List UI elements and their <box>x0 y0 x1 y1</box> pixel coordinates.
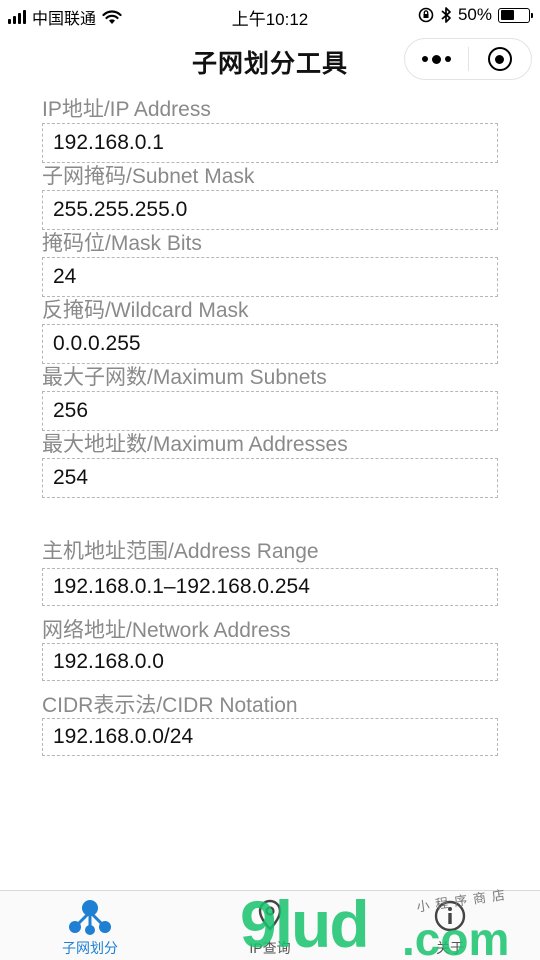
ip-address-input[interactable]: 192.168.0.1 <box>42 123 498 163</box>
tab-about-label: 关于 <box>436 940 464 956</box>
more-dots-icon <box>421 54 451 64</box>
status-bar: 中国联通 上午10:12 50% <box>0 0 540 32</box>
orientation-lock-icon <box>418 7 434 23</box>
nav-bar: 子网划分工具 <box>0 32 540 88</box>
subnet-form: IP地址/IP Address 192.168.0.1 子网掩码/Subnet … <box>42 96 498 756</box>
battery-percent: 50% <box>457 5 492 24</box>
mask-bits-input[interactable]: 24 <box>42 257 498 297</box>
tab-ip-query-label: IP查询 <box>249 940 291 956</box>
battery-icon <box>498 7 533 23</box>
subnet-mask-input[interactable]: 255.255.255.0 <box>42 190 498 230</box>
wildcard-mask-input[interactable]: 0.0.0.255 <box>42 324 498 364</box>
tab-subnet[interactable]: 子网划分 <box>0 891 180 960</box>
max-subnets-label: 最大子网数/Maximum Subnets <box>42 366 327 389</box>
max-addresses-label: 最大地址数/Maximum Addresses <box>42 433 348 456</box>
address-range-label: 主机地址范围/Address Range <box>42 540 319 563</box>
max-addresses-input[interactable]: 254 <box>42 458 498 498</box>
network-address-label: 网络地址/Network Address <box>42 619 291 642</box>
status-right: 50% <box>418 5 533 25</box>
tab-ip-query[interactable]: IP查询 <box>180 891 360 960</box>
result-group: 主机地址范围/Address Range 192.168.0.1–192.168… <box>42 535 498 756</box>
bluetooth-icon <box>441 7 451 23</box>
wildcard-mask-label: 反掩码/Wildcard Mask <box>42 299 249 322</box>
tab-bar: 子网划分 IP查询 关于 <box>0 890 540 960</box>
mask-bits-label: 掩码位/Mask Bits <box>42 232 202 255</box>
more-button[interactable] <box>405 39 468 79</box>
cidr-notation-label: CIDR表示法/CIDR Notation <box>42 694 298 717</box>
tab-about[interactable]: 关于 <box>360 891 540 960</box>
target-circle-icon <box>487 47 512 71</box>
close-button[interactable] <box>469 39 532 79</box>
network-nodes-icon <box>67 894 113 938</box>
address-range-output[interactable]: 192.168.0.1–192.168.0.254 <box>42 568 498 606</box>
subnet-mask-label: 子网掩码/Subnet Mask <box>42 165 255 188</box>
input-group: IP地址/IP Address 192.168.0.1 子网掩码/Subnet … <box>42 96 498 498</box>
location-pin-icon <box>255 894 285 938</box>
info-icon <box>432 894 468 938</box>
mini-program-capsule <box>404 38 532 80</box>
ip-address-label: IP地址/IP Address <box>42 98 211 121</box>
tab-subnet-label: 子网划分 <box>62 940 118 956</box>
max-subnets-input[interactable]: 256 <box>42 391 498 431</box>
